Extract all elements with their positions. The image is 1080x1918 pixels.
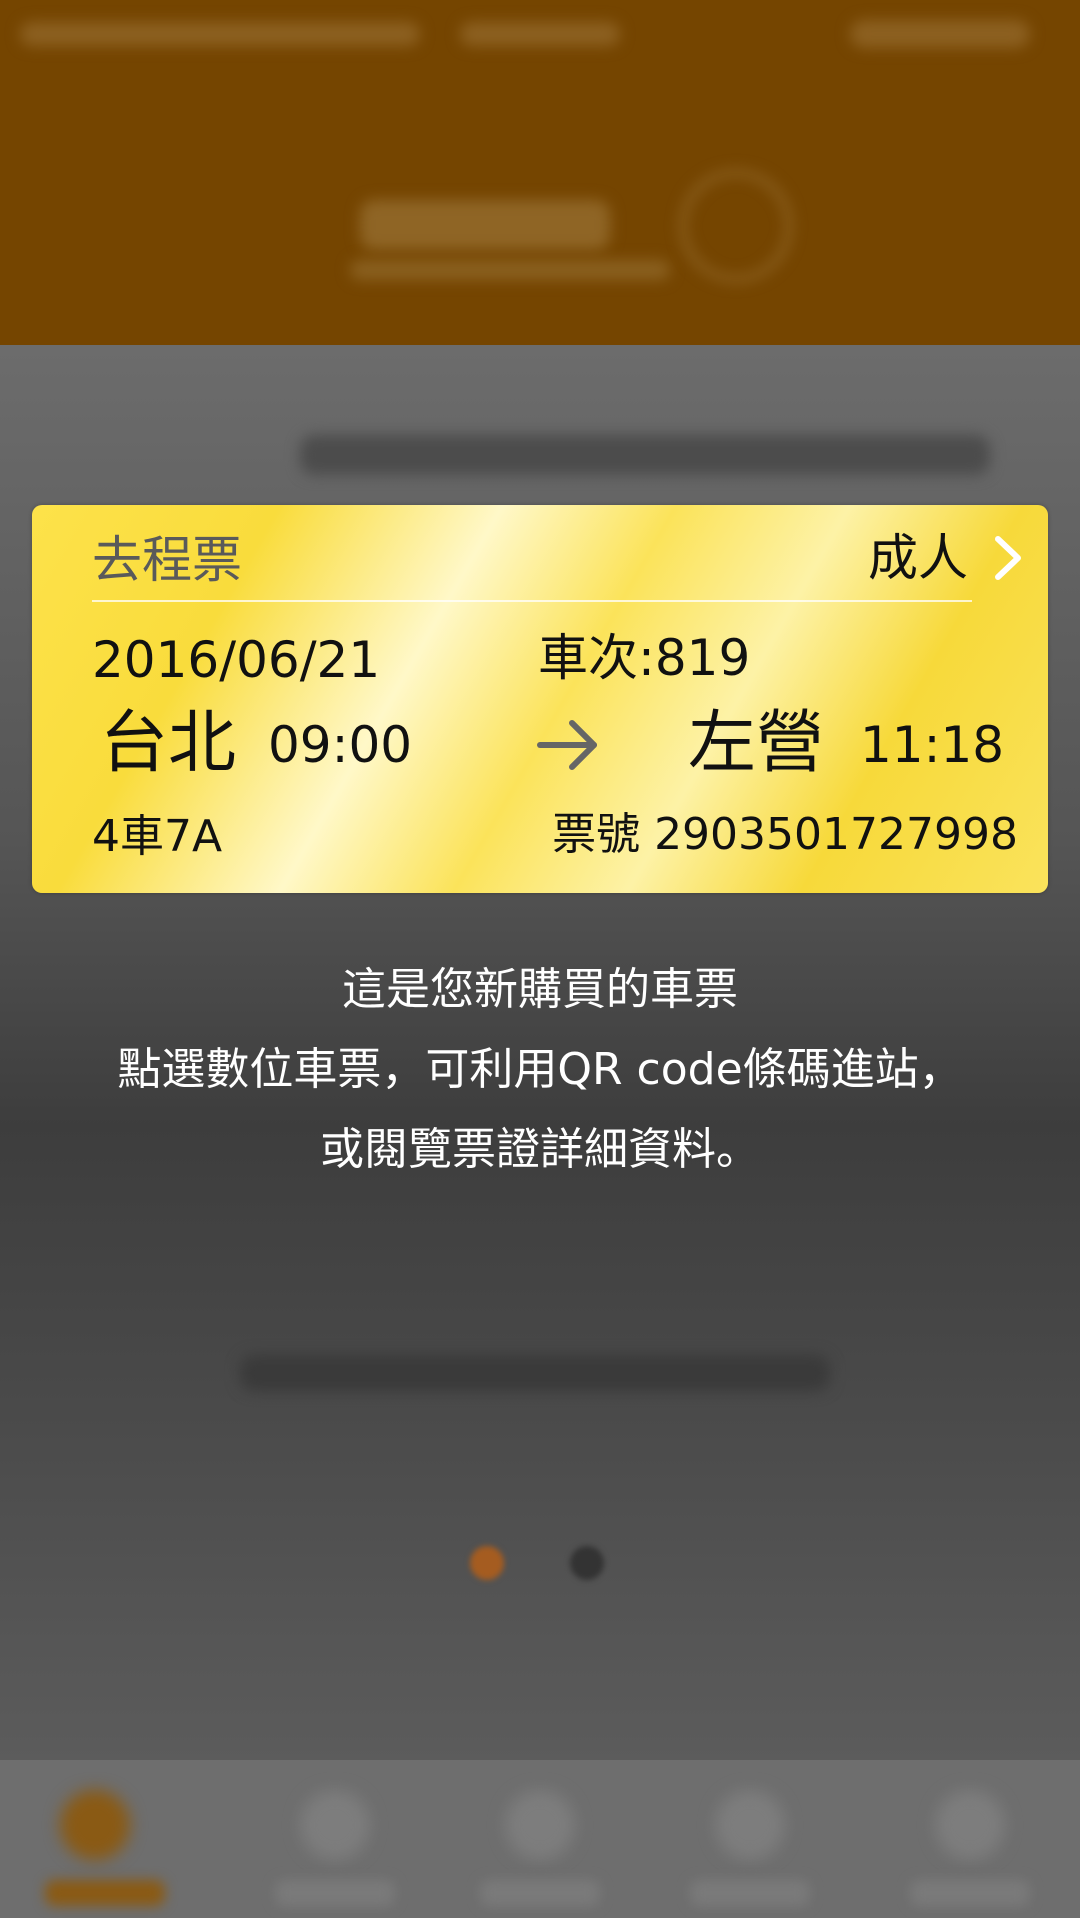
status-bar xyxy=(0,0,1080,70)
tab-icon xyxy=(300,1790,370,1860)
departure-time: 09:00 xyxy=(268,716,413,774)
tab-label xyxy=(45,1880,165,1906)
destination-station: 左營 xyxy=(688,704,825,783)
tutorial-message: 這是您新購買的車票 點選數位車票，可利用QR code條碼進站， 或閱覽票證詳細… xyxy=(0,950,1080,1190)
tab-label xyxy=(910,1880,1030,1906)
origin-station: 台北 xyxy=(100,704,237,783)
tab-label xyxy=(690,1880,810,1906)
arrow-right-icon xyxy=(537,720,597,770)
app-logo xyxy=(350,160,800,290)
ticket-type-label: 去程票 xyxy=(92,531,242,589)
tab-icon xyxy=(935,1790,1005,1860)
train-number: 車次:819 xyxy=(538,629,751,687)
page-indicator-dot xyxy=(470,1546,504,1580)
page-indicator-dot xyxy=(570,1546,604,1580)
message-line: 點選數位車票，可利用QR code條碼進站， xyxy=(117,1044,963,1095)
divider xyxy=(92,600,972,602)
tab-label xyxy=(480,1880,600,1906)
travel-date: 2016/06/21 xyxy=(92,631,381,689)
message-line: 這是您新購買的車票 xyxy=(342,964,738,1015)
chevron-right-icon[interactable] xyxy=(990,533,1026,583)
tab-icon xyxy=(715,1790,785,1860)
seat-number: 4車7A xyxy=(92,811,223,862)
tab-home-icon xyxy=(60,1790,130,1860)
arrival-time: 11:18 xyxy=(860,716,1005,774)
app-header xyxy=(0,0,1080,345)
tab-label xyxy=(275,1880,395,1906)
tab-icon xyxy=(505,1790,575,1860)
digital-ticket-card[interactable]: 去程票 成人 2016/06/21 車次:819 台北 09:00 左營 11:… xyxy=(32,505,1048,893)
ticket-number: 票號 2903501727998 xyxy=(552,809,1018,860)
message-line: 或閱覽票證詳細資料。 xyxy=(320,1124,760,1175)
passenger-type: 成人 xyxy=(868,529,968,587)
